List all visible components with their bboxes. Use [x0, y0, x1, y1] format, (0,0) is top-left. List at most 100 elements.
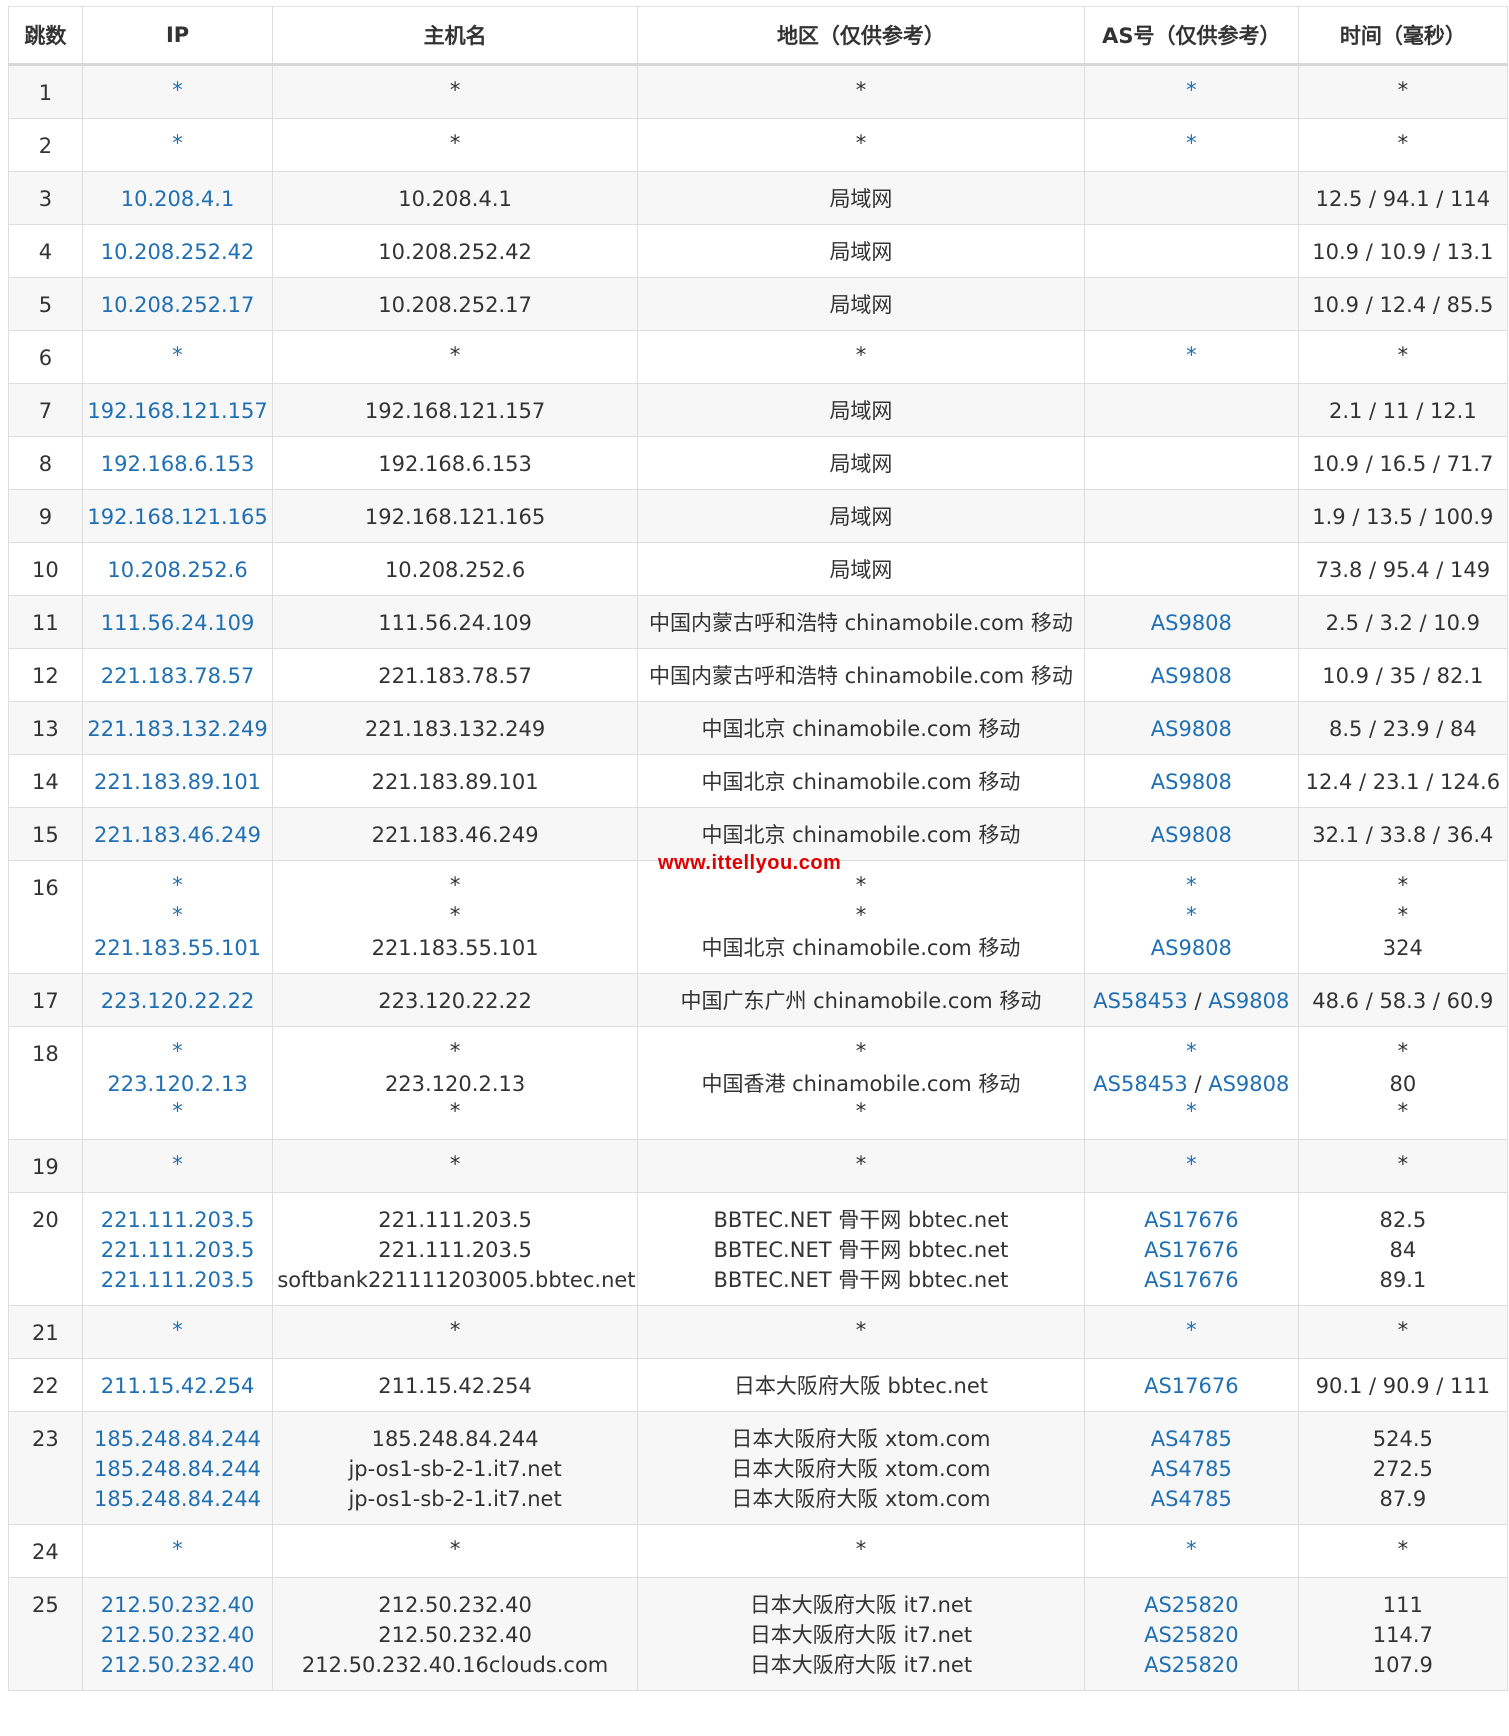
as-number-link[interactable]: AS9808	[1151, 664, 1232, 688]
ip-address[interactable]: 221.183.89.101	[87, 767, 269, 797]
hop-number: 24	[8, 1524, 83, 1578]
as-number-line	[1089, 290, 1294, 320]
ip-address[interactable]: 221.111.203.5	[87, 1265, 269, 1295]
ip-address-cell: *	[81, 64, 274, 119]
ip-address-cell: 111.56.24.109	[81, 595, 274, 649]
ip-address[interactable]: 192.168.6.153	[87, 449, 269, 479]
hostname: 192.168.121.157	[364, 399, 546, 423]
as-number-link[interactable]: AS17676	[1144, 1374, 1239, 1398]
hop-number: 19	[8, 1139, 83, 1193]
ip-address: *	[172, 1318, 183, 1342]
latency-cell: 48.6 / 58.3 / 60.9	[1297, 973, 1509, 1027]
region: 局域网	[829, 505, 893, 529]
hop-number: 22	[8, 1358, 83, 1412]
hostname: 212.50.232.40	[378, 1623, 532, 1647]
ip-address[interactable]: 221.183.132.249	[87, 714, 269, 744]
ip-address[interactable]: 10.208.4.1	[87, 184, 269, 214]
ip-address-cell: 10.208.4.1	[81, 171, 274, 225]
as-number-link[interactable]: AS25820	[1144, 1653, 1239, 1677]
as-number-line: *	[1089, 131, 1294, 161]
table-row: 20 221.111.203.5 221.111.203.5 221.111.203.…	[8, 1192, 1509, 1306]
as-number-link[interactable]: AS9808	[1151, 717, 1232, 741]
table-row: 9 192.168.121.165 192.168.121.165 局域网 1.9 / …	[8, 489, 1509, 543]
ip-address[interactable]: 211.15.42.254	[87, 1371, 269, 1401]
latency: *	[1397, 873, 1409, 897]
hostname: 10.208.252.42	[378, 240, 532, 264]
hostname: 212.50.232.40.16clouds.com	[301, 1653, 609, 1677]
hop-number: 15	[8, 807, 83, 861]
as-number-line	[1089, 237, 1294, 267]
ip-address[interactable]: 10.208.252.42	[87, 237, 269, 267]
hostname: jp-os1-sb-2-1.it7.net	[348, 1457, 562, 1481]
latency-cell: 10.9 / 10.9 / 13.1	[1297, 224, 1509, 278]
ip-address-cell: 221.183.46.249	[81, 807, 274, 861]
as-number-link[interactable]: AS17676	[1144, 1208, 1239, 1232]
as-number-line: AS9808	[1089, 661, 1294, 691]
as-number-link[interactable]: AS4785	[1151, 1457, 1232, 1481]
ip-address[interactable]: 221.183.78.57	[87, 661, 269, 691]
region-cell: 中国内蒙古呼和浩特 chinamobile.com 移动	[636, 648, 1086, 702]
ip-address[interactable]: 192.168.121.165	[87, 502, 269, 532]
table-row: 19 * * * * *	[8, 1139, 1509, 1193]
as-number-line: *	[1089, 1537, 1294, 1567]
as-number-link[interactable]: AS9808	[1151, 823, 1232, 847]
as-number-line	[1089, 184, 1294, 214]
as-number-link[interactable]: AS17676	[1144, 1268, 1239, 1292]
ip-address[interactable]: 221.111.203.5	[87, 1205, 269, 1235]
latency-cell: * * 324	[1297, 860, 1509, 974]
region-cell: 局域网	[636, 277, 1086, 331]
as-number-link[interactable]: AS9808	[1151, 770, 1232, 794]
latency-cell: * 80 *	[1297, 1026, 1509, 1140]
as-number-link[interactable]: AS58453	[1093, 989, 1188, 1013]
ip-address[interactable]: 212.50.232.40	[87, 1650, 269, 1680]
latency: 82.5	[1379, 1208, 1427, 1232]
as-number-link[interactable]: AS25820	[1144, 1623, 1239, 1647]
ip-address[interactable]: 185.248.84.244	[87, 1424, 269, 1454]
as-number-link[interactable]: AS4785	[1151, 1427, 1232, 1451]
ip-address[interactable]: 212.50.232.40	[87, 1620, 269, 1650]
ip-address[interactable]: 192.168.121.157	[87, 396, 269, 426]
hostname-cell: 185.248.84.244 jp-os1-sb-2-1.it7.net jp-os…	[272, 1411, 638, 1525]
ip-address[interactable]: 223.120.22.22	[87, 986, 269, 1016]
as-number-line: *	[1089, 78, 1294, 108]
latency-cell: 1.9 / 13.5 / 100.9	[1297, 489, 1509, 543]
as-number-link[interactable]: AS9808	[1208, 989, 1289, 1013]
as-number-link[interactable]: AS4785	[1151, 1487, 1232, 1511]
ip-address[interactable]: 221.183.55.101	[87, 933, 269, 963]
as-number-link[interactable]: AS25820	[1144, 1593, 1239, 1617]
ip-address-cell: 221.183.89.101	[81, 754, 274, 808]
latency-cell: 2.5 / 3.2 / 10.9	[1297, 595, 1509, 649]
hop-number: 10	[8, 542, 83, 596]
column-header-hostname: 主机名	[272, 6, 638, 66]
hop-number: 1	[8, 64, 83, 119]
region: *	[855, 1318, 867, 1342]
as-number-link[interactable]: AS9808	[1151, 936, 1232, 960]
ip-address[interactable]: 10.208.252.17	[87, 290, 269, 320]
as-number-link[interactable]: AS17676	[1144, 1238, 1239, 1262]
region: *	[855, 131, 867, 155]
latency: 114.7	[1372, 1623, 1433, 1647]
ip-address[interactable]: 111.56.24.109	[87, 608, 269, 638]
ip-address[interactable]: 185.248.84.244	[87, 1454, 269, 1484]
as-number-line: AS9808	[1089, 608, 1294, 638]
region: 中国内蒙古呼和浩特 chinamobile.com 移动	[648, 611, 1073, 635]
hostname-cell: *	[272, 1524, 638, 1578]
ip-address: *	[172, 1152, 183, 1176]
hostname-cell: 10.208.252.42	[272, 224, 638, 278]
hostname: 221.183.132.249	[364, 717, 546, 741]
ip-address[interactable]: 221.183.46.249	[87, 820, 269, 850]
as-number-link[interactable]: AS58453	[1093, 1072, 1188, 1096]
as-number-link[interactable]: AS9808	[1151, 611, 1232, 635]
ip-address[interactable]: 212.50.232.40	[87, 1590, 269, 1620]
ip-address[interactable]: 10.208.252.6	[87, 555, 269, 585]
region-cell: 中国内蒙古呼和浩特 chinamobile.com 移动	[636, 595, 1086, 649]
table-row: 13 221.183.132.249 221.183.132.249 中国北京 chi…	[8, 701, 1509, 755]
ip-address[interactable]: 223.120.2.13	[87, 1069, 269, 1099]
hostname: 221.183.78.57	[378, 664, 532, 688]
as-number-link[interactable]: AS9808	[1208, 1072, 1289, 1096]
as-number-cell: *	[1084, 330, 1299, 384]
latency-cell: 10.9 / 12.4 / 85.5	[1297, 277, 1509, 331]
ip-address[interactable]: 221.111.203.5	[87, 1235, 269, 1265]
region: *	[855, 343, 867, 367]
ip-address[interactable]: 185.248.84.244	[87, 1484, 269, 1514]
